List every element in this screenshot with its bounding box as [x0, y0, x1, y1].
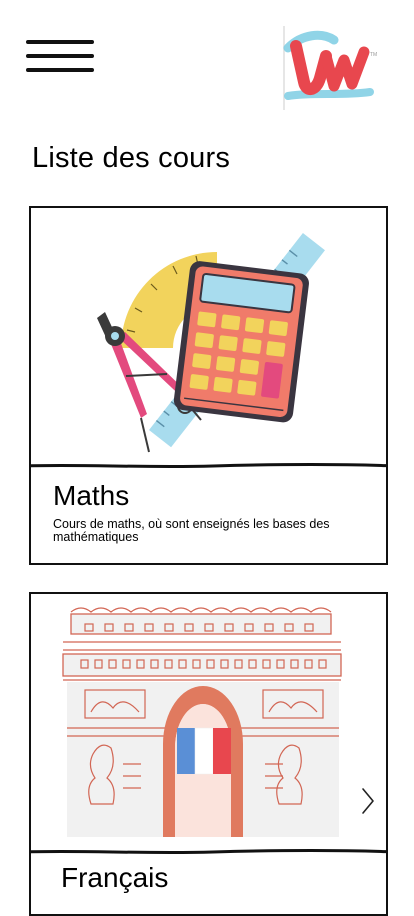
app-logo: TM: [283, 26, 377, 110]
page-title: Liste des cours: [32, 142, 231, 174]
chevron-right-icon[interactable]: [360, 786, 376, 816]
course-title: Français: [61, 862, 169, 893]
card-divider: [31, 849, 386, 855]
course-card-maths[interactable]: Maths Cours de maths, où sont enseignés …: [29, 206, 388, 565]
calculator-compass-ruler-illustration: [97, 232, 325, 453]
hamburger-menu-icon[interactable]: [26, 40, 94, 74]
course-title: Maths: [53, 480, 130, 511]
svg-text:TM: TM: [370, 52, 377, 58]
course-description: Cours de maths, où sont enseignés les ba…: [53, 517, 330, 544]
card-divider: [31, 463, 386, 469]
course-card-francais[interactable]: Français: [29, 592, 388, 916]
arc-de-triomphe-french-flag-illustration: [62, 607, 342, 837]
